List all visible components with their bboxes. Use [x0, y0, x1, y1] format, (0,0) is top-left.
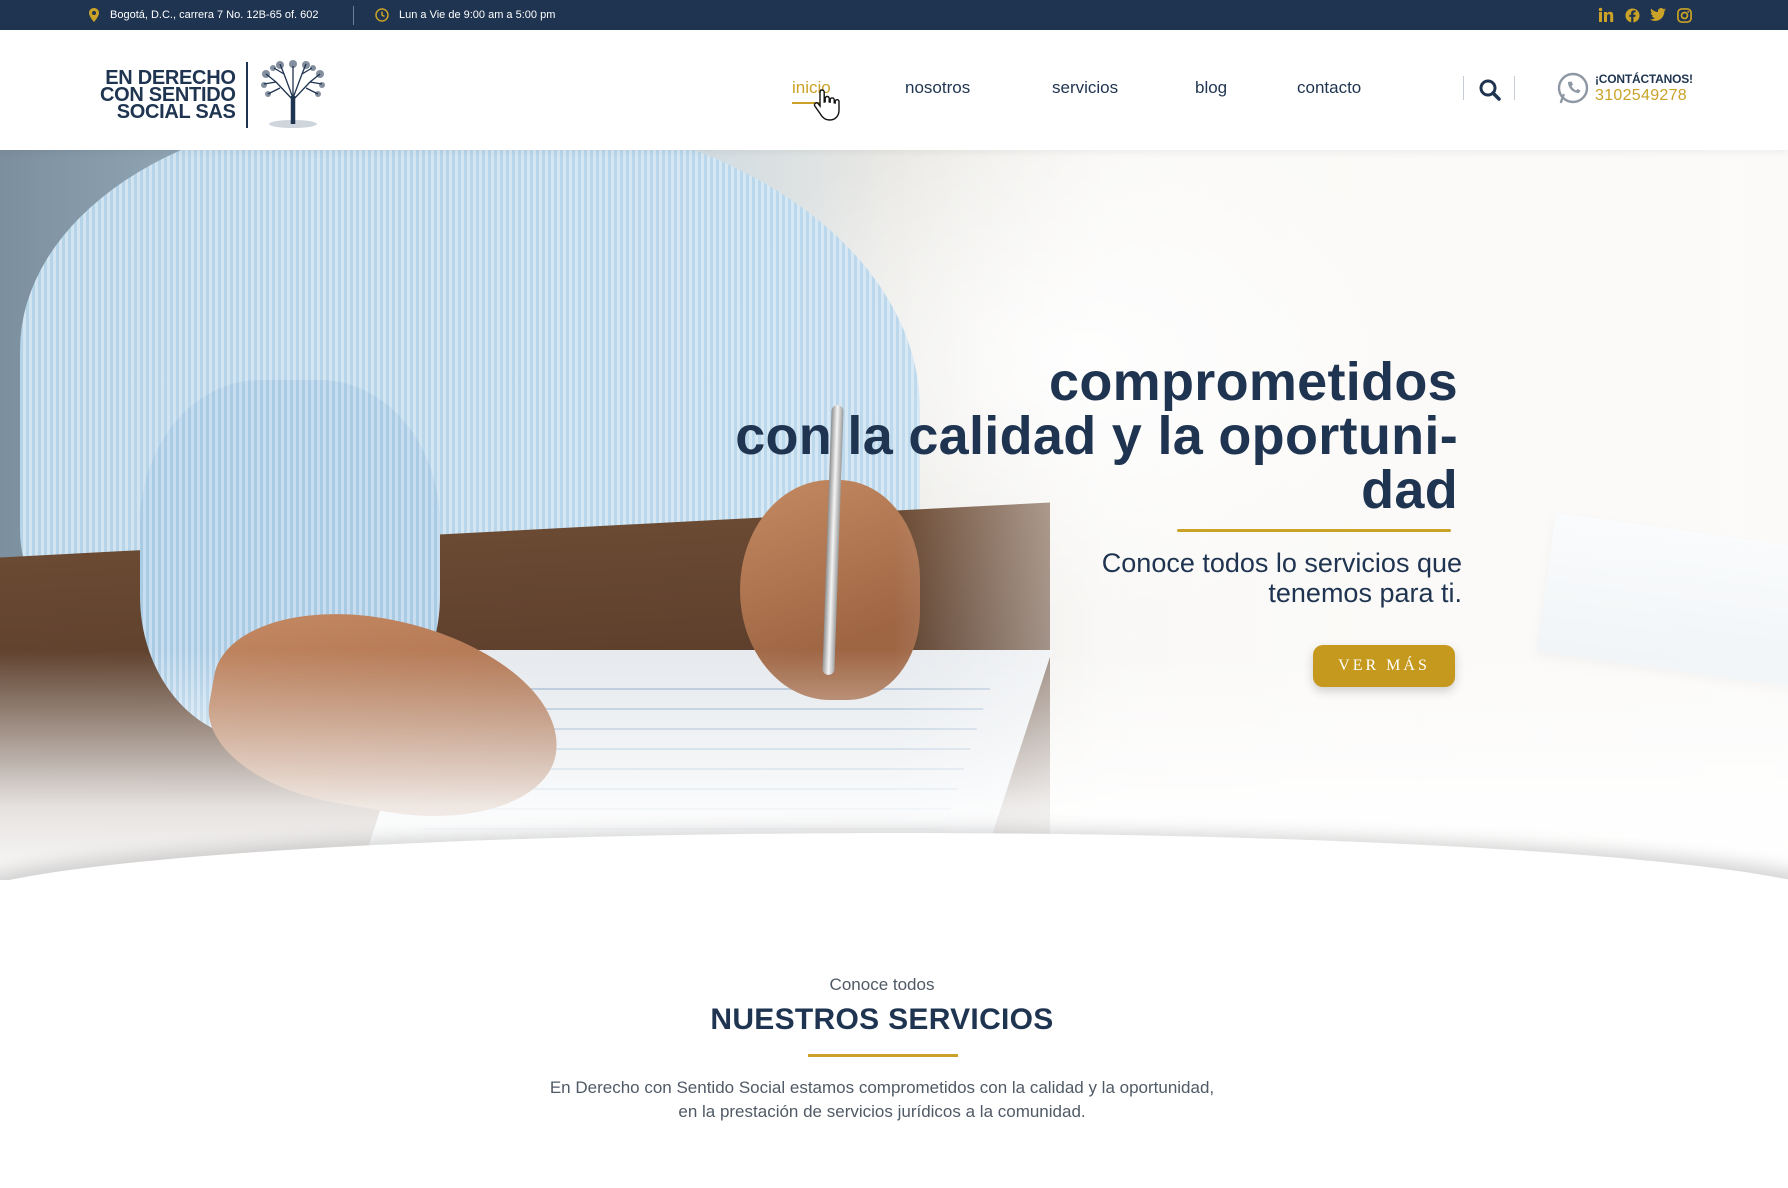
address-text: Bogotá, D.C., carrera 7 No. 12B-65 of. 6… — [110, 9, 319, 21]
hand-cursor-icon — [813, 89, 840, 121]
services-description-line-1: En Derecho con Sentido Social estamos co… — [549, 1078, 1215, 1097]
logo-line-3: SOCIAL SAS — [116, 100, 236, 123]
twitter-icon[interactable] — [1650, 7, 1666, 23]
hero-title: comprometidos con la calidad y la oportu… — [698, 355, 1458, 517]
logo-text: EN DERECHO CON SENTIDO SOCIAL SAS — [100, 68, 236, 123]
services-title: NUESTROS SERVICIOS — [710, 1003, 1054, 1036]
address-info: Bogotá, D.C., carrera 7 No. 12B-65 of. 6… — [88, 8, 319, 22]
search-divider-right — [1514, 76, 1515, 100]
linkedin-icon[interactable] — [1598, 7, 1614, 23]
instagram-icon[interactable] — [1676, 7, 1692, 23]
hours-text: Lun a Vie de 9:00 am a 5:00 pm — [399, 9, 556, 21]
hero-subtitle-line-1: Conoce todos lo servicios que — [1101, 548, 1462, 578]
site-logo[interactable]: EN DERECHO CON SENTIDO SOCIAL SAS — [100, 60, 330, 130]
nav-item-contacto[interactable]: contacto — [1297, 78, 1361, 98]
hero-subtitle-line-2: tenemos para ti. — [1268, 578, 1462, 608]
hero-banner: comprometidos con la calidad y la oportu… — [0, 150, 1788, 880]
site-header: EN DERECHO CON SENTIDO SOCIAL SAS inicio — [0, 30, 1788, 150]
facebook-icon[interactable] — [1624, 7, 1640, 23]
topbar-divider — [353, 6, 354, 25]
logo-divider — [245, 62, 248, 128]
hero-subtitle: Conoce todos lo servicios que tenemos pa… — [942, 548, 1462, 608]
nav-item-servicios[interactable]: servicios — [1052, 78, 1118, 98]
services-description: En Derecho con Sentido Social estamos co… — [0, 1076, 1764, 1124]
hero-title-underline — [1177, 529, 1451, 532]
hero-title-line-2: con la calidad y la oportuni- — [735, 406, 1458, 466]
nav-item-nosotros[interactable]: nosotros — [905, 78, 970, 98]
hero-title-line-1: comprometidos — [1049, 352, 1458, 412]
hero-title-line-3: dad — [1361, 460, 1458, 520]
services-description-line-2: en la prestación de servicios jurídicos … — [678, 1102, 1086, 1121]
contact-phone-link[interactable]: 3102549278 — [1595, 87, 1687, 105]
nav-item-blog[interactable]: blog — [1195, 78, 1227, 98]
search-divider-left — [1463, 76, 1464, 100]
contact-label: ¡CONTÁCTANOS! — [1595, 72, 1693, 86]
hours-info: Lun a Vie de 9:00 am a 5:00 pm — [375, 8, 555, 22]
whatsapp-icon[interactable] — [1556, 71, 1590, 105]
social-links — [1598, 7, 1692, 23]
location-pin-icon — [89, 8, 99, 22]
services-kicker: Conoce todos — [829, 975, 935, 994]
clock-icon — [375, 8, 389, 22]
ver-mas-button[interactable]: VER MÁS — [1313, 645, 1455, 687]
services-title-underline — [808, 1054, 958, 1057]
tree-logo-icon — [260, 60, 325, 128]
search-icon[interactable] — [1477, 77, 1503, 103]
top-info-bar: Bogotá, D.C., carrera 7 No. 12B-65 of. 6… — [0, 0, 1788, 30]
